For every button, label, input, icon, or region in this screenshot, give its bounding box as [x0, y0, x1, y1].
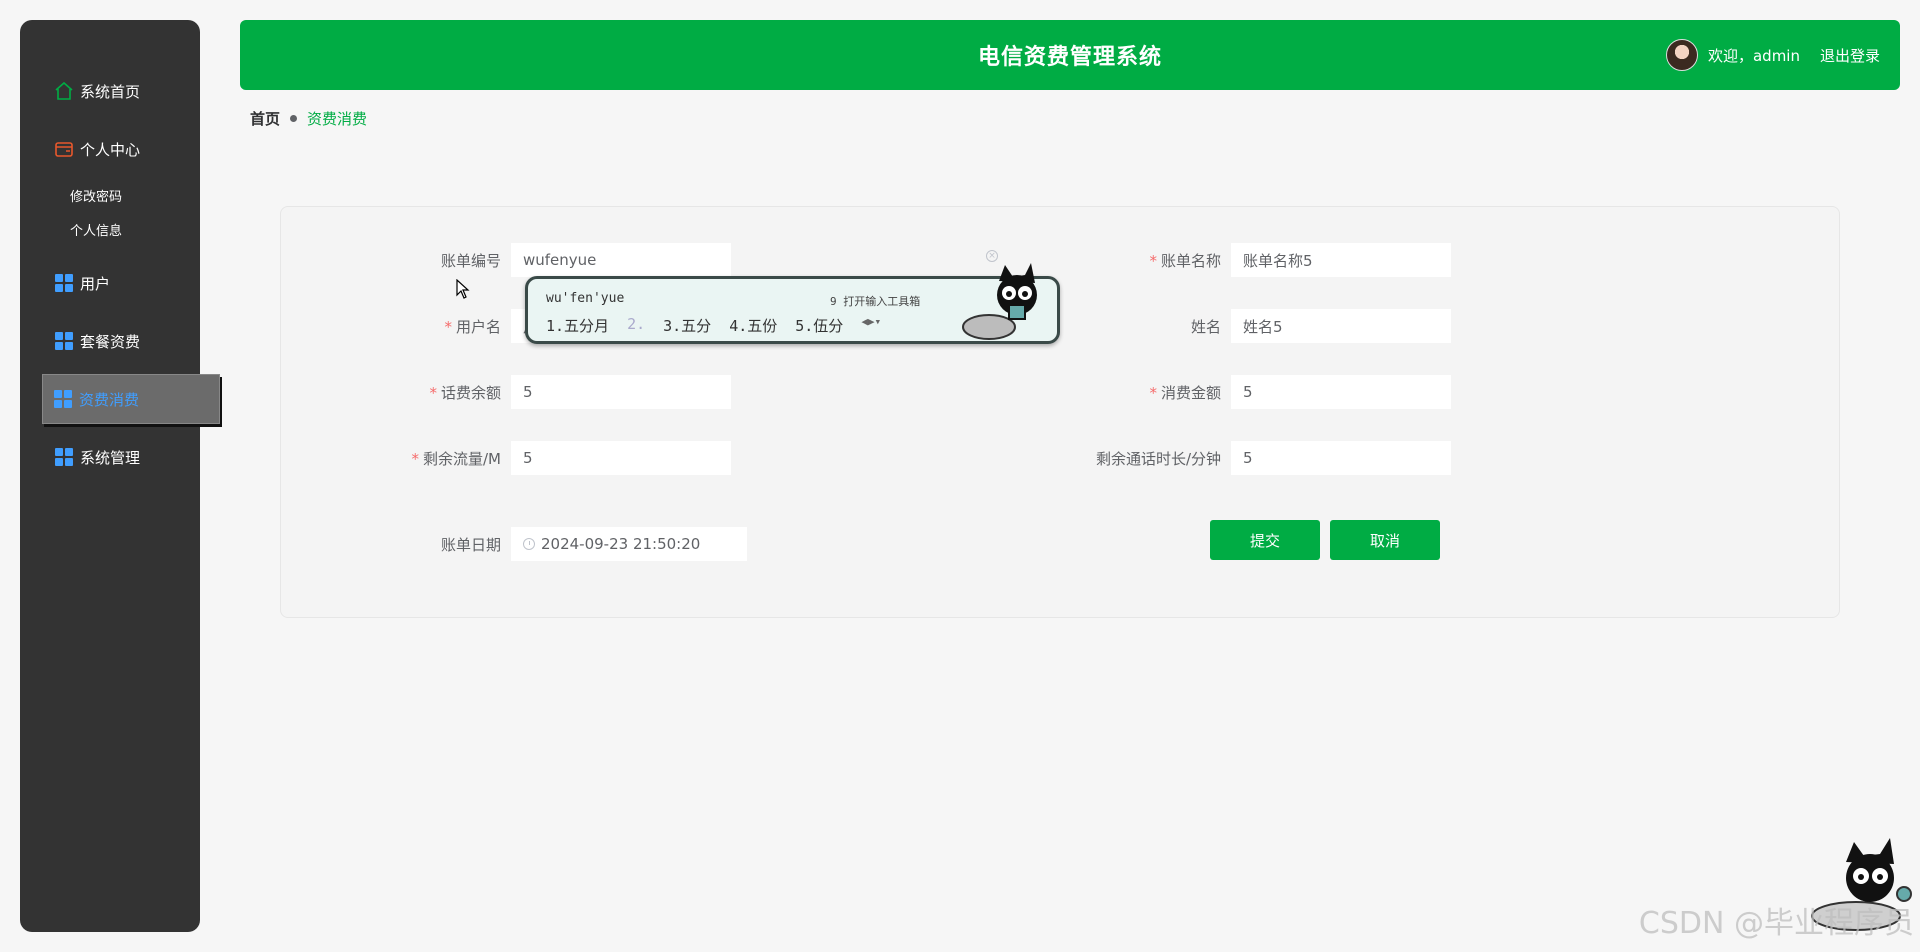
field-bill-no: 账单编号 wufenyue — [281, 243, 731, 277]
breadcrumb-separator — [290, 115, 298, 122]
call-left-input[interactable]: 5 — [1231, 441, 1451, 475]
sidebar-item-packages[interactable]: 套餐资费 — [20, 312, 200, 370]
cancel-button[interactable]: 取消 — [1330, 520, 1440, 560]
sidebar-item-label: 个人中心 — [80, 140, 141, 159]
breadcrumb: 首页 资费消费 — [250, 108, 367, 129]
field-label: 账单编号 — [440, 251, 501, 270]
sidebar-item-personal-center[interactable]: 个人中心 — [20, 120, 200, 178]
field-balance: * 话费余额 5 — [281, 375, 731, 409]
ime-candidate[interactable]: 2. — [627, 315, 645, 336]
bill-date-picker[interactable]: 2024-09-23 21:50:20 — [511, 527, 747, 561]
sidebar-item-consumption[interactable]: 资费消费 — [42, 374, 220, 424]
grid-icon — [54, 447, 74, 467]
submenu-item-personal-info[interactable]: 个人信息 — [20, 212, 200, 246]
sidebar-item-label: 用户 — [80, 274, 111, 293]
required-mark: * — [411, 449, 420, 468]
data-left-input[interactable]: 5 — [511, 441, 731, 475]
sidebar-item-label: 系统管理 — [80, 448, 141, 467]
field-label: * 消费金额 — [1149, 383, 1221, 402]
field-label: * 用户名 — [444, 317, 501, 336]
field-call-left: 剩余通话时长/分钟 5 — [881, 441, 1451, 475]
ime-mascot-icon — [962, 263, 1037, 340]
sidebar-item-label: 套餐资费 — [80, 332, 141, 351]
submit-button[interactable]: 提交 — [1210, 520, 1320, 560]
sidebar: 系统首页 个人中心 修改密码 个人信息 用户 套餐资费 资费消费 系统管理 — [20, 20, 220, 932]
ime-toolbox-link[interactable]: 9 打开输入工具箱 — [830, 293, 920, 309]
field-bill-date: 账单日期 2024-09-23 21:50:20 — [281, 527, 747, 561]
required-mark: * — [429, 383, 437, 402]
name-input[interactable]: 姓名5 — [1231, 309, 1451, 343]
required-mark: * — [444, 317, 452, 336]
ime-page-arrows-icon[interactable]: ◀▶▾ — [861, 315, 881, 336]
ime-candidate-popup: wu'fen'yue 9 打开输入工具箱 1.五分月 2. 3.五分 4.五份 … — [525, 263, 1060, 344]
grid-icon — [54, 331, 74, 351]
field-data-left: * 剩余流量/M 5 — [281, 441, 731, 475]
user-area: 欢迎，admin 退出登录 — [1665, 20, 1880, 90]
field-label: * 剩余流量/M — [411, 449, 502, 468]
ime-candidate[interactable]: 5.伍分 — [795, 315, 843, 336]
sidebar-item-home[interactable]: 系统首页 — [20, 62, 200, 120]
field-consume: * 消费金额 5 — [881, 375, 1451, 409]
field-label: * 账单名称 — [1149, 251, 1221, 270]
ime-candidate[interactable]: 1.五分月 — [546, 315, 609, 336]
field-label: 账单日期 — [440, 535, 501, 554]
sidebar-item-system-management[interactable]: 系统管理 — [20, 428, 200, 486]
sidebar-item-label: 资费消费 — [79, 390, 140, 409]
form-card: 账单编号 wufenyue *用户名 用 *话费余额 5 *剩余流量/M 5 账… — [280, 206, 1840, 618]
ime-candidate[interactable]: 4.五份 — [729, 315, 777, 336]
field-label: * 话费余额 — [429, 383, 501, 402]
submenu-item-change-password[interactable]: 修改密码 — [20, 178, 200, 212]
sidebar-item-users[interactable]: 用户 — [20, 254, 200, 312]
balance-input[interactable]: 5 — [511, 375, 731, 409]
consume-input[interactable]: 5 — [1231, 375, 1451, 409]
required-mark: * — [1149, 251, 1157, 270]
logout-link[interactable]: 退出登录 — [1820, 45, 1880, 66]
clock-icon — [523, 538, 535, 550]
breadcrumb-current: 资费消费 — [307, 110, 368, 128]
avatar[interactable] — [1665, 39, 1698, 71]
ime-candidate[interactable]: 3.五分 — [663, 315, 711, 336]
grid-icon — [53, 389, 73, 409]
breadcrumb-home[interactable]: 首页 — [250, 108, 280, 129]
ime-pinyin: wu'fen'yue — [546, 291, 625, 306]
bill-no-input[interactable]: wufenyue — [511, 243, 731, 277]
field-label: 剩余通话时长/分钟 — [1095, 449, 1221, 468]
bill-name-input[interactable]: 账单名称5 — [1231, 243, 1451, 277]
ime-candidates: 1.五分月 2. 3.五分 4.五份 5.伍分 ◀▶▾ — [546, 315, 881, 336]
bill-date-value: 2024-09-23 21:50:20 — [541, 535, 701, 553]
welcome-text: 欢迎，admin — [1707, 46, 1800, 65]
sidebar-item-label: 系统首页 — [80, 82, 141, 101]
wallet-icon — [54, 139, 74, 159]
required-mark: * — [1149, 383, 1157, 402]
home-icon — [54, 81, 74, 101]
mouse-cursor-icon — [456, 279, 470, 299]
grid-icon — [54, 273, 74, 293]
app-title: 电信资费管理系统 — [977, 45, 1162, 70]
top-header: 电信资费管理系统 欢迎，admin 退出登录 — [240, 20, 1900, 90]
watermark: CSDN @毕业程序员 — [1638, 906, 1914, 941]
